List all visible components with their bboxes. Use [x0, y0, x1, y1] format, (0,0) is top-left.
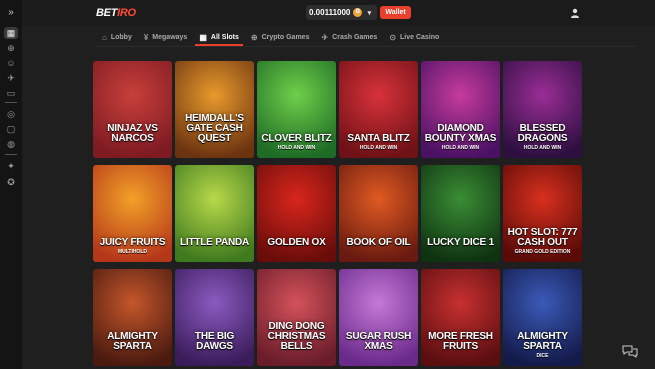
- tab-label: Live Casino: [400, 33, 440, 41]
- game-title: Santa Blitz: [347, 133, 410, 144]
- game-card[interactable]: Almighty Sparta Dice: [503, 269, 582, 366]
- game-subtitle: Hold and Win: [523, 145, 562, 151]
- game-subtitle: Hold and Win: [359, 145, 398, 151]
- logo-text: BET: [96, 7, 118, 19]
- tab-lobby[interactable]: ⌂ Lobby: [96, 28, 138, 46]
- game-card[interactable]: Ding Dong Christmas Bells: [257, 269, 336, 366]
- site-logo[interactable]: BETIRO: [96, 7, 136, 19]
- game-card[interactable]: Clover Blitz Hold and Win: [257, 61, 336, 158]
- game-card[interactable]: Heimdall's Gate Cash Quest: [175, 61, 254, 158]
- logo-accent-text: IRO: [117, 7, 136, 19]
- tab-all-slots[interactable]: ▦ All Slots: [193, 28, 245, 46]
- tv-icon[interactable]: ▭: [4, 87, 18, 99]
- slots-icon[interactable]: ▦: [4, 27, 18, 39]
- game-card[interactable]: The Big Dawgs: [175, 269, 254, 366]
- slots-icon: ▦: [199, 32, 207, 42]
- tab-megaways[interactable]: ¥ Megaways: [138, 28, 193, 46]
- game-card[interactable]: Almighty Sparta: [93, 269, 172, 366]
- tab-label: Crypto Games: [261, 33, 310, 41]
- game-subtitle: Grand Gold Edition: [514, 249, 571, 255]
- sidebar-divider: [5, 102, 17, 103]
- game-title: Heimdall's Gate Cash Quest: [185, 113, 244, 144]
- game-title: Almighty Sparta: [517, 331, 568, 352]
- dealer-icon[interactable]: ☺: [4, 57, 18, 69]
- tab-label: All Slots: [210, 33, 239, 41]
- bonus-icon[interactable]: ✪: [4, 176, 18, 188]
- game-title: The Big Dawgs: [194, 331, 235, 352]
- rocket-icon: ✈: [321, 32, 329, 42]
- game-title: Ninjaz vs Narcos: [107, 123, 158, 144]
- casino-chip-icon[interactable]: ⊕: [4, 42, 18, 54]
- game-title: Diamond Bounty Xmas: [424, 123, 497, 144]
- game-card[interactable]: Blessed Dragons Hold and Win: [503, 61, 582, 158]
- game-title: More Fresh Fruits: [428, 331, 493, 352]
- bitcoin-coin-icon: B: [353, 8, 363, 17]
- game-card[interactable]: Lucky Dice 1: [421, 165, 500, 262]
- balance-widget: 0.00111000 B ▾ Wallet: [306, 5, 411, 20]
- home-icon: ⌂: [102, 32, 107, 42]
- game-title: Ding Dong Christmas Bells: [267, 321, 326, 352]
- crypto-icon: ⊕: [250, 32, 258, 42]
- game-title: Sugar Rush Xmas: [345, 331, 412, 352]
- balance-amount: 0.00111000: [309, 8, 351, 17]
- rocket-icon[interactable]: ✈: [4, 72, 18, 84]
- tab-live-casino[interactable]: ⊙ Live Casino: [383, 28, 445, 46]
- game-title: Little Panda: [179, 237, 250, 248]
- game-title: Blessed Dragons: [517, 123, 568, 144]
- tab-crash-games[interactable]: ✈ Crash Games: [315, 28, 383, 46]
- game-card[interactable]: Juicy Fruits Multihold: [93, 165, 172, 262]
- game-card[interactable]: Little Panda: [175, 165, 254, 262]
- sidebar: » ▦ ⊕ ☺ ✈ ▭ ◎ ▢ ◍ ✦ ✪: [0, 0, 22, 369]
- game-title: Juicy Fruits: [99, 237, 166, 248]
- game-card[interactable]: Book of Oil: [339, 165, 418, 262]
- tab-label: Megaways: [152, 33, 188, 41]
- game-card[interactable]: Santa Blitz Hold and Win: [339, 61, 418, 158]
- game-title: Hot Slot: 777 Cash Out: [507, 227, 578, 248]
- game-card[interactable]: Diamond Bounty Xmas Hold and Win: [421, 61, 500, 158]
- game-title: Almighty Sparta: [107, 331, 158, 352]
- top-bar: BETIRO 0.00111000 B ▾ Wallet: [22, 0, 655, 26]
- game-subtitle: Dice: [536, 353, 549, 359]
- user-profile-icon[interactable]: [570, 8, 580, 18]
- game-subtitle: Multihold: [117, 249, 148, 255]
- game-card[interactable]: Hot Slot: 777 Cash Out Grand Gold Edition: [503, 165, 582, 262]
- game-title: Clover Blitz: [261, 133, 332, 144]
- megaways-icon: ¥: [143, 32, 149, 42]
- gift-icon[interactable]: ✦: [4, 160, 18, 172]
- tab-label: Crash Games: [332, 33, 378, 41]
- tab-label: Lobby: [110, 33, 132, 41]
- live-icon: ⊙: [389, 32, 397, 42]
- collapse-arrows-icon[interactable]: »: [5, 8, 17, 18]
- sidebar-divider: [5, 154, 17, 155]
- game-card[interactable]: Golden Ox: [257, 165, 336, 262]
- game-card[interactable]: More Fresh Fruits: [421, 269, 500, 366]
- tab-crypto-games[interactable]: ⊕ Crypto Games: [245, 28, 316, 46]
- game-card[interactable]: Sugar Rush Xmas: [339, 269, 418, 366]
- football-icon[interactable]: ◎: [4, 108, 18, 120]
- basketball-icon[interactable]: ◍: [4, 138, 18, 150]
- game-subtitle: Hold and Win: [441, 145, 480, 151]
- balance-selector[interactable]: 0.00111000 B ▾: [306, 5, 378, 20]
- category-tabs: ⌂ Lobby ¥ Megaways ▦ All Slots ⊕ Crypto Games ✈ C…: [96, 28, 445, 46]
- game-title: Golden Ox: [267, 237, 326, 248]
- game-title: Book of Oil: [346, 237, 411, 248]
- game-title: Lucky Dice 1: [427, 237, 494, 248]
- tabs-divider: [96, 46, 636, 47]
- game-card[interactable]: Ninjaz vs Narcos: [93, 61, 172, 158]
- games-grid: Ninjaz vs Narcos Heimdall's Gate Cash Que…: [93, 61, 582, 366]
- ticket-icon[interactable]: ▢: [4, 123, 18, 135]
- game-subtitle: Hold and Win: [277, 145, 316, 151]
- chat-icon[interactable]: [622, 344, 638, 358]
- chevron-down-icon: ▾: [367, 9, 372, 17]
- wallet-button[interactable]: Wallet: [380, 6, 411, 19]
